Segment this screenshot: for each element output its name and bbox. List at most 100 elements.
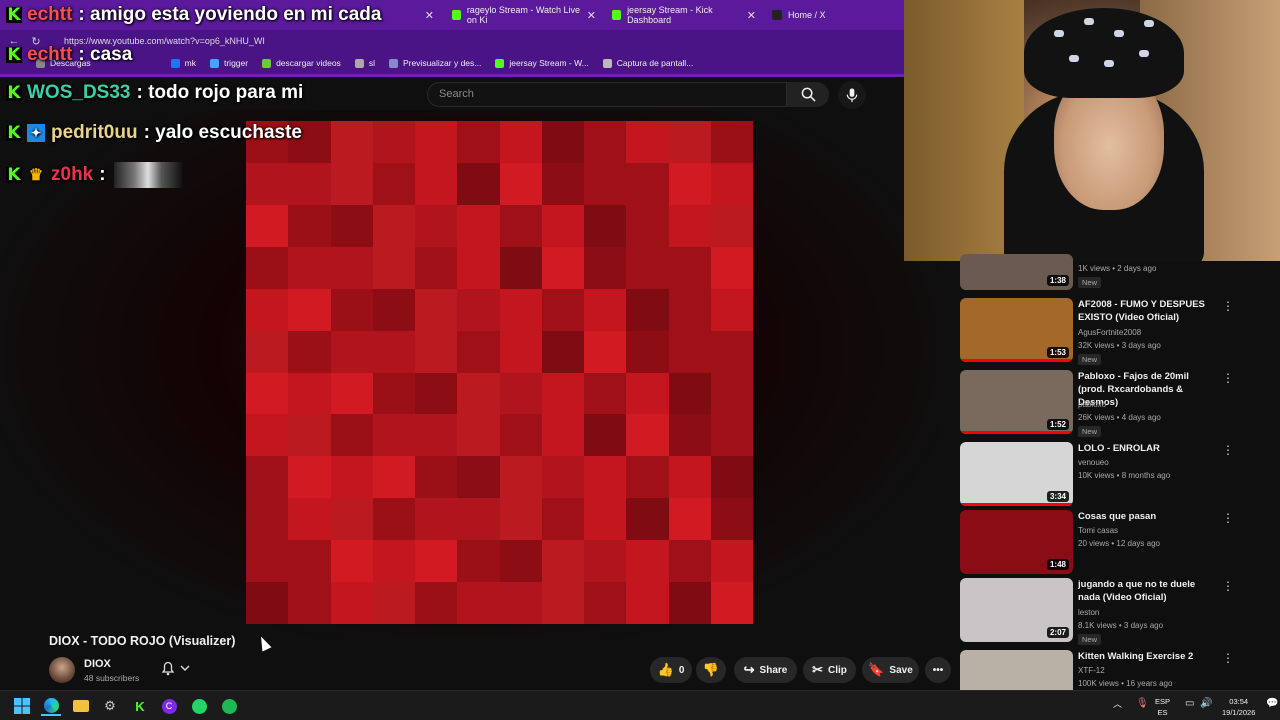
- kick-icon: [452, 10, 461, 20]
- recommended-channel[interactable]: Tomi casas: [1078, 524, 1118, 537]
- chat-message: K ♛ z0hk:: [6, 162, 182, 188]
- like-button[interactable]: 👍 0: [650, 657, 692, 683]
- video-pixel: [330, 288, 373, 331]
- video-thumbnail[interactable]: 3:34: [960, 442, 1073, 506]
- file-explorer-icon[interactable]: [71, 696, 91, 716]
- more-vertical-icon[interactable]: ⋮: [1222, 442, 1234, 458]
- webcam-overlay: [904, 0, 1280, 261]
- recommended-title[interactable]: Cosas que pasan: [1078, 510, 1218, 523]
- save-button[interactable]: 🔖 Save: [862, 657, 919, 683]
- video-pixel: [246, 582, 289, 624]
- bookmark-item[interactable]: sl: [354, 58, 375, 68]
- video-pixel: [541, 372, 584, 415]
- video-pixel: [499, 121, 542, 163]
- video-thumbnail[interactable]: 1:53: [960, 298, 1073, 362]
- video-pixel: [246, 330, 289, 373]
- video-thumbnail[interactable]: 1:52: [960, 370, 1073, 434]
- canva-icon[interactable]: C: [159, 696, 179, 716]
- bookmark-item[interactable]: descargar videos: [262, 58, 341, 68]
- windows-start-icon[interactable]: [12, 696, 32, 716]
- video-player[interactable]: [246, 121, 753, 624]
- voice-search-button[interactable]: [838, 81, 866, 109]
- settings-gear-icon[interactable]: ⚙: [100, 696, 120, 716]
- recommended-channel[interactable]: AgusFortnite2008: [1078, 326, 1141, 339]
- more-actions-button[interactable]: •••: [925, 657, 951, 683]
- recommended-channel[interactable]: venoueo: [1078, 456, 1109, 469]
- video-pixel: [372, 414, 415, 457]
- chevron-up-icon[interactable]: ︿: [1113, 699, 1122, 710]
- dislike-button[interactable]: 👎: [696, 657, 726, 683]
- tab-rageylo[interactable]: rageylo Stream - Watch Live on Ki ✕: [446, 4, 602, 26]
- whatsapp-icon[interactable]: [189, 696, 209, 716]
- tab-jeersay[interactable]: jeersay Stream - Kick Dashboard ✕: [606, 4, 762, 26]
- bookmark-item[interactable]: jeersay Stream - W...: [495, 58, 589, 68]
- more-vertical-icon[interactable]: ⋮: [1222, 370, 1234, 386]
- language-indicator[interactable]: ESP ES: [1155, 696, 1170, 718]
- recommended-meta: 1K views • 2 days ago: [1078, 264, 1157, 273]
- video-pixel: [710, 204, 753, 247]
- video-pixel: [541, 121, 584, 163]
- kick-icon: [612, 10, 622, 20]
- recommended-channel[interactable]: XTF-12: [1078, 664, 1105, 677]
- clock[interactable]: 03:54 19/1/2026: [1222, 696, 1255, 718]
- bookmark-item[interactable]: mk: [170, 58, 196, 68]
- video-thumbnail[interactable]: 1:48: [960, 510, 1073, 574]
- recommended-title[interactable]: LOLO - ENROLAR: [1078, 442, 1218, 455]
- video-pixel: [499, 246, 542, 289]
- recommended-channel[interactable]: pabloxo: [1078, 398, 1106, 411]
- bookmark-item[interactable]: Captura de pantall...: [602, 58, 693, 68]
- video-pixel: [668, 414, 711, 457]
- spotify-icon[interactable]: [219, 696, 239, 716]
- share-button[interactable]: ↪ Share: [734, 657, 797, 683]
- bell-icon: [161, 661, 190, 676]
- recommended-channel[interactable]: leston: [1078, 606, 1099, 619]
- recommended-video[interactable]: 3:34 LOLO - ENROLAR venoueo 10K views • 8 m…: [960, 442, 1250, 506]
- bookmark-item[interactable]: trigger: [209, 58, 248, 68]
- tab-x-home[interactable]: Home / X: [766, 4, 896, 26]
- video-pixel: [372, 121, 415, 163]
- edge-browser-icon[interactable]: [41, 696, 61, 716]
- video-pixel: [626, 582, 669, 624]
- video-thumbnail[interactable]: 2:07: [960, 578, 1073, 642]
- chat-text: :: [99, 164, 106, 185]
- video-pixel: [415, 330, 458, 373]
- clip-button[interactable]: ✂ Clip: [803, 657, 856, 683]
- notification-bell-button[interactable]: [160, 660, 190, 679]
- recommended-video[interactable]: 2:07 jugando a que no te duele nada (Vide…: [960, 578, 1250, 645]
- close-icon[interactable]: ✕: [587, 9, 596, 22]
- video-pixel: [499, 582, 542, 624]
- channel-avatar[interactable]: [49, 657, 75, 683]
- notification-icon[interactable]: 💬: [1266, 698, 1278, 709]
- more-vertical-icon[interactable]: ⋮: [1222, 650, 1234, 666]
- search-button[interactable]: [787, 82, 829, 107]
- channel-name[interactable]: DIOX: [84, 658, 111, 670]
- verified-badge-icon: ✦: [27, 124, 45, 142]
- video-pixel: [626, 456, 669, 499]
- video-pixel: [541, 582, 584, 624]
- more-horizontal-icon: •••: [932, 664, 944, 676]
- kick-app-icon[interactable]: K: [130, 696, 150, 716]
- recommended-title[interactable]: Kitten Walking Exercise 2: [1078, 650, 1218, 663]
- more-vertical-icon[interactable]: ⋮: [1222, 578, 1234, 594]
- video-pixel: [541, 330, 584, 373]
- recommended-video[interactable]: 1:48 Cosas que pasan Tomi casas 20 views • …: [960, 510, 1250, 574]
- recommended-video[interactable]: 1:53 AF2008 - FUMO Y DESPUES EXISTO (Vide…: [960, 298, 1250, 365]
- bookmark-item[interactable]: Previsualizar y des...: [388, 58, 481, 68]
- video-thumbnail[interactable]: 1:38: [960, 254, 1073, 290]
- kick-badge-icon: K: [6, 123, 22, 143]
- recommended-video[interactable]: 1:52 Pabloxo - Fajos de 20mil (prod. Rxca…: [960, 370, 1250, 437]
- recommended-title[interactable]: AF2008 - FUMO Y DESPUES EXISTO (Video Of…: [1078, 298, 1218, 324]
- video-pixel: [246, 414, 289, 457]
- recommended-title[interactable]: jugando a que no te duele nada (Video Of…: [1078, 578, 1218, 604]
- search-input[interactable]: Search: [427, 82, 787, 107]
- more-vertical-icon[interactable]: ⋮: [1222, 298, 1234, 314]
- video-pixel: [668, 121, 711, 163]
- volume-icon[interactable]: 🔊: [1200, 698, 1212, 709]
- video-pixel: [457, 498, 500, 541]
- close-icon[interactable]: ✕: [425, 9, 434, 22]
- close-icon[interactable]: ✕: [747, 9, 756, 22]
- more-vertical-icon[interactable]: ⋮: [1222, 510, 1234, 526]
- microphone-icon[interactable]: 🎙: [1136, 698, 1149, 709]
- duration-badge: 1:48: [1046, 559, 1069, 570]
- network-icon[interactable]: ▭: [1185, 698, 1194, 709]
